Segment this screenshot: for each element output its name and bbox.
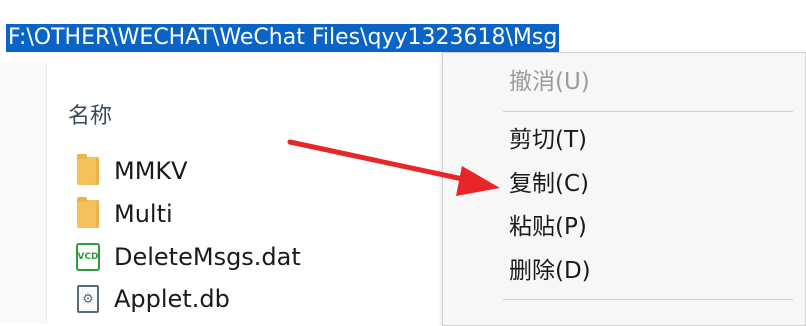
folder-icon bbox=[74, 197, 102, 229]
navigation-pane bbox=[0, 62, 47, 324]
file-name: Applet.db bbox=[114, 285, 230, 313]
file-name: Multi bbox=[114, 200, 173, 228]
menu-item-copy[interactable]: 复制(C) bbox=[509, 169, 589, 199]
file-name: DeleteMsgs.dat bbox=[114, 243, 301, 271]
file-item-deletemsgs[interactable]: VCD DeleteMsgs.dat bbox=[74, 240, 301, 274]
menu-item-paste[interactable]: 粘贴(P) bbox=[509, 212, 587, 242]
column-header-name[interactable]: 名称 bbox=[68, 98, 112, 130]
address-path-text[interactable]: F:\OTHER\WECHAT\WeChat Files\qyy1323618\… bbox=[6, 24, 560, 52]
vcd-file-icon: VCD bbox=[74, 242, 102, 272]
file-item-mmkv[interactable]: MMKV bbox=[74, 154, 188, 188]
menu-separator bbox=[503, 299, 793, 300]
menu-item-undo[interactable]: 撤消(U) bbox=[509, 67, 590, 97]
context-menu: 撤消(U) 剪切(T) 复制(C) 粘贴(P) 删除(D) bbox=[442, 52, 806, 326]
menu-item-cut[interactable]: 剪切(T) bbox=[509, 125, 587, 155]
menu-separator bbox=[503, 111, 793, 112]
file-item-applet[interactable]: ⚙ Applet.db bbox=[74, 282, 230, 316]
folder-icon bbox=[74, 154, 102, 186]
db-file-icon: ⚙ bbox=[74, 284, 102, 314]
menu-item-delete[interactable]: 删除(D) bbox=[509, 256, 591, 286]
file-item-multi[interactable]: Multi bbox=[74, 197, 173, 231]
file-name: MMKV bbox=[114, 157, 188, 185]
